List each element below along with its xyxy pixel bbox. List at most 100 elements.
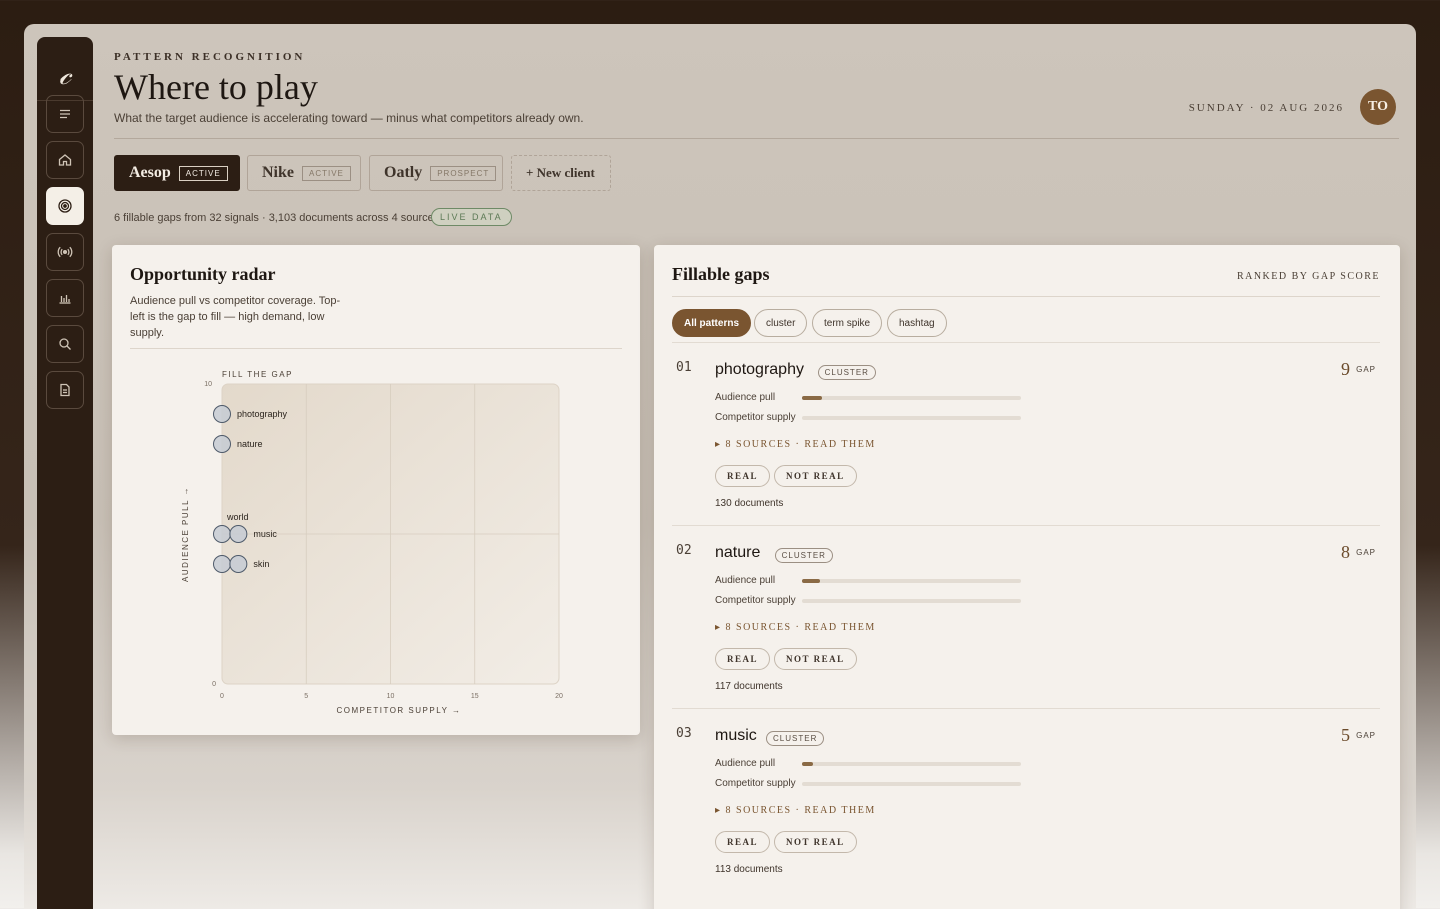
gaps-title: Fillable gaps — [672, 264, 770, 284]
gap-name[interactable]: nature — [715, 544, 760, 562]
gap-name[interactable]: photography — [715, 361, 804, 379]
gap-row: 03 music CLUSTER 5 GAP Audience pull Com… — [672, 708, 1380, 891]
audience-pull-fill — [802, 762, 813, 766]
gap-score: 8 — [1341, 542, 1350, 562]
competitor-supply-bar — [802, 782, 1021, 786]
client-tab-label: Aesop — [129, 164, 171, 181]
gap-score: 5 — [1341, 725, 1350, 745]
broadcast-icon[interactable] — [46, 233, 84, 271]
x-tick-label: 15 — [471, 693, 479, 700]
gaps-divider — [672, 296, 1380, 297]
radar-divider — [130, 348, 622, 349]
scatter-point-label: music — [253, 529, 277, 539]
scatter-point-label: skin — [253, 559, 269, 569]
client-status-badge: PROSPECT — [430, 165, 497, 181]
home-icon[interactable] — [46, 141, 84, 179]
fillable-gaps-card: Fillable gaps RANKED BY GAP SCORE All pa… — [654, 245, 1400, 909]
audience-pull-fill — [802, 396, 822, 400]
gap-kind-badge: CLUSTER — [774, 548, 833, 563]
document-icon[interactable] — [46, 371, 84, 409]
gap-row: 02 nature CLUSTER 8 GAP Audience pull Co… — [672, 525, 1380, 708]
filter-hashtag[interactable]: hashtag — [887, 309, 947, 337]
client-status-badge: ACTIVE — [302, 165, 351, 181]
x-tick-label: 5 — [304, 693, 308, 700]
document-count: 130 documents — [715, 498, 784, 509]
gap-rank: 01 — [676, 360, 692, 375]
app-window: 𝒸 PATTERN RECOGNITION Where to play What… — [24, 24, 1416, 909]
client-tab-nike[interactable]: Nike ACTIVE — [247, 155, 361, 191]
search-icon[interactable] — [46, 325, 84, 363]
y-tick-label: 0 — [212, 681, 216, 688]
radar-description: Audience pull vs competitor coverage. To… — [130, 295, 341, 339]
signal-stats: 6 fillable gaps from 32 signals · 3,103 … — [114, 212, 440, 224]
mark-not-real-button[interactable]: NOT REAL — [774, 465, 857, 487]
mark-real-button[interactable]: REAL — [715, 648, 771, 670]
scatter-point[interactable] — [213, 435, 231, 453]
mark-not-real-button[interactable]: NOT REAL — [774, 648, 857, 670]
audience-pull-label: Audience pull — [715, 575, 776, 586]
audience-pull-bar — [802, 579, 1021, 583]
header-divider — [114, 138, 1399, 139]
y-tick-label: 10 — [204, 381, 212, 388]
radar-title: Opportunity radar — [130, 264, 276, 284]
scatter-point[interactable] — [229, 525, 248, 543]
filter-term-spike[interactable]: term spike — [812, 309, 883, 337]
document-count: 113 documents — [715, 864, 783, 875]
scatter-point-label: photography — [237, 409, 288, 419]
gap-score-label: GAP — [1356, 365, 1376, 374]
client-tab-label: Nike — [262, 164, 294, 181]
scatter-point[interactable] — [213, 525, 231, 543]
scatter-point-label: world — [226, 512, 249, 522]
gap-kind-badge: CLUSTER — [817, 365, 876, 380]
live-data-badge: LIVE DATA — [431, 208, 512, 226]
filter-all-patterns[interactable]: All patterns — [672, 309, 752, 337]
app-logo[interactable]: 𝒸 — [37, 49, 93, 101]
client-status-badge: ACTIVE — [178, 165, 228, 181]
opportunity-radar-card: Opportunity radar Audience pull vs compe… — [112, 245, 640, 735]
page-title: Where to play — [114, 67, 318, 107]
page-subtitle: What the target audience is accelerating… — [114, 111, 584, 125]
competitor-supply-bar — [802, 599, 1021, 603]
competitor-supply-bar — [802, 416, 1021, 420]
filter-cluster[interactable]: cluster — [754, 309, 808, 337]
gap-rank: 02 — [676, 543, 692, 558]
audience-pull-bar — [802, 396, 1021, 400]
gap-rank: 03 — [676, 726, 692, 741]
gap-name[interactable]: music — [715, 727, 757, 745]
competitor-supply-label: Competitor supply — [715, 412, 796, 423]
mark-not-real-button[interactable]: NOT REAL — [774, 831, 857, 853]
competitor-supply-label: Competitor supply — [715, 595, 796, 606]
audience-pull-fill — [802, 579, 820, 583]
document-count: 117 documents — [715, 681, 783, 692]
read-sources-link[interactable]: ▸ 8 SOURCES · READ THEM — [715, 805, 876, 816]
audience-pull-label: Audience pull — [715, 392, 776, 403]
x-tick-label: 10 — [387, 693, 395, 700]
new-client-button[interactable]: + New client — [511, 155, 611, 191]
competitor-supply-label: Competitor supply — [715, 778, 796, 789]
gap-score: 9 — [1341, 359, 1350, 379]
client-tab-label: Oatly — [384, 164, 423, 181]
client-tab-oatly[interactable]: Oatly PROSPECT — [369, 155, 503, 191]
radar-chart: FILL THE GAP 10 0 0 5 10 15 20 COMPETITOR SU… — [181, 370, 563, 715]
bar-chart-icon[interactable] — [46, 279, 84, 317]
chart-title: FILL THE GAP — [222, 370, 293, 379]
scatter-point[interactable] — [229, 555, 248, 573]
target-icon[interactable] — [46, 187, 84, 225]
scatter-point-label: nature — [237, 439, 263, 449]
audience-pull-bar — [802, 762, 1021, 766]
client-tab-aesop[interactable]: Aesop ACTIVE — [114, 155, 240, 191]
sidebar: 𝒸 — [37, 37, 93, 909]
gaps-ranking-caption: RANKED BY GAP SCORE — [1236, 271, 1380, 282]
gap-row: 01 photography CLUSTER 9 GAP Audience pu… — [672, 342, 1380, 525]
scatter-point[interactable] — [213, 555, 231, 573]
scatter-point[interactable] — [213, 405, 231, 423]
read-sources-link[interactable]: ▸ 8 SOURCES · READ THEM — [715, 622, 876, 633]
mark-real-button[interactable]: REAL — [715, 831, 771, 853]
x-tick-label: 20 — [555, 693, 563, 700]
mark-real-button[interactable]: REAL — [715, 465, 771, 487]
x-axis-label: COMPETITOR SUPPLY → — [337, 706, 462, 715]
audience-pull-label: Audience pull — [715, 758, 776, 769]
menu-icon[interactable] — [46, 95, 84, 133]
read-sources-link[interactable]: ▸ 8 SOURCES · READ THEM — [715, 439, 876, 450]
user-avatar[interactable]: TO — [1360, 89, 1396, 125]
